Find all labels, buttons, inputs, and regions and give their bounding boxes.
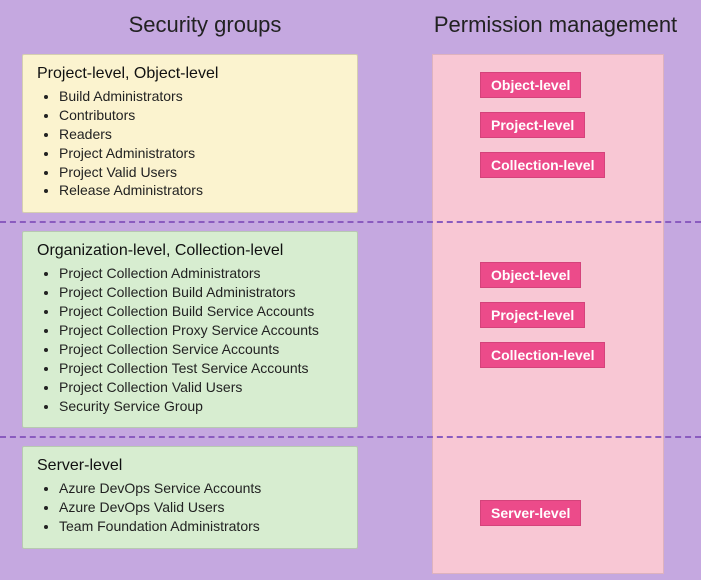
group-list-item: Security Service Group xyxy=(59,397,343,416)
group-list-item: Project Collection Service Accounts xyxy=(59,340,343,359)
group-list-item: Azure DevOps Valid Users xyxy=(59,498,343,517)
group-list-item: Project Valid Users xyxy=(59,163,343,182)
group-title: Server-level xyxy=(37,457,343,475)
group-list: Azure DevOps Service AccountsAzure DevOp… xyxy=(37,479,343,536)
security-group-box: Organization-level, Collection-level Proj… xyxy=(22,231,358,428)
permission-tag: Collection-level xyxy=(480,152,605,178)
permission-tag: Project-level xyxy=(480,112,585,138)
group-list-item: Project Collection Test Service Accounts xyxy=(59,359,343,378)
group-list-item: Project Collection Valid Users xyxy=(59,378,343,397)
permission-tag: Collection-level xyxy=(480,342,605,368)
security-group-box: Project-level, Object-level Build Adminis… xyxy=(22,54,358,213)
header-row: Security groups Permission management xyxy=(0,0,701,46)
group-title: Project-level, Object-level xyxy=(37,65,343,83)
section-row: Server-level Azure DevOps Service Account… xyxy=(0,438,701,557)
group-list-item: Project Collection Build Service Account… xyxy=(59,302,343,321)
permission-tag: Server-level xyxy=(480,500,581,526)
permission-tag-column: Object-level Project-level Collection-leve… xyxy=(480,72,620,178)
permission-tag: Object-level xyxy=(480,262,581,288)
group-list-item: Build Administrators xyxy=(59,87,343,106)
header-permission-management: Permission management xyxy=(410,12,701,38)
group-list-item: Project Administrators xyxy=(59,144,343,163)
group-list-item: Project Collection Administrators xyxy=(59,264,343,283)
group-list-item: Project Collection Build Administrators xyxy=(59,283,343,302)
group-list-item: Project Collection Proxy Service Account… xyxy=(59,321,343,340)
group-list-item: Team Foundation Administrators xyxy=(59,517,343,536)
group-title: Organization-level, Collection-level xyxy=(37,242,343,260)
permission-tag: Object-level xyxy=(480,72,581,98)
group-list-item: Release Administrators xyxy=(59,181,343,200)
permission-tag-column: Object-level Project-level Collection-leve… xyxy=(480,262,620,368)
group-list-item: Azure DevOps Service Accounts xyxy=(59,479,343,498)
group-list: Project Collection AdministratorsProject… xyxy=(37,264,343,415)
security-group-box: Server-level Azure DevOps Service Account… xyxy=(22,446,358,549)
permission-tag: Project-level xyxy=(480,302,585,328)
permission-tag-column: Server-level xyxy=(480,500,620,526)
header-security-groups: Security groups xyxy=(0,12,410,38)
group-list-item: Readers xyxy=(59,125,343,144)
group-list: Build AdministratorsContributorsReadersP… xyxy=(37,87,343,200)
group-list-item: Contributors xyxy=(59,106,343,125)
